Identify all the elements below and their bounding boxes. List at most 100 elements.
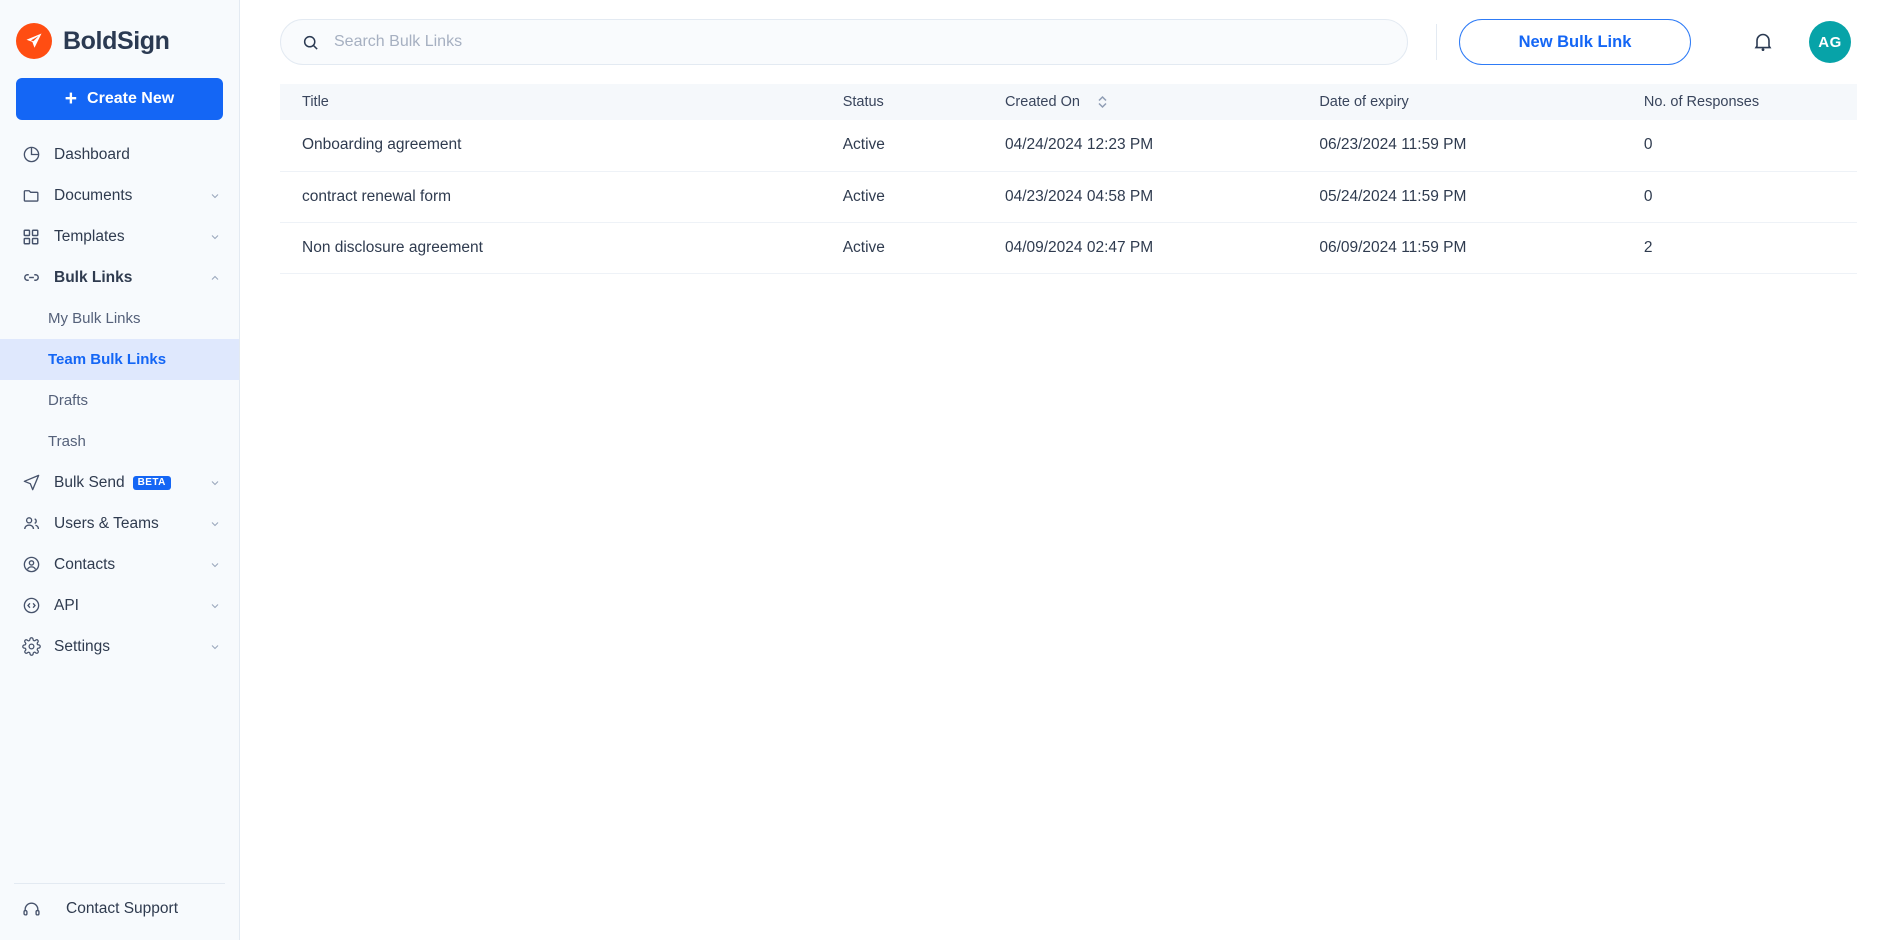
column-header-label: Title — [302, 94, 329, 110]
plus-icon: + — [64, 86, 78, 110]
beta-badge: BETA — [132, 475, 171, 490]
column-header-label: Status — [842, 94, 884, 110]
status-badge: Active — [832, 222, 995, 274]
sidebar-item-settings[interactable]: Settings — [0, 626, 239, 667]
cell-title: Non disclosure agreement — [280, 222, 833, 274]
search-bar[interactable] — [280, 19, 1408, 65]
headset-icon — [20, 898, 42, 920]
chevron-down-icon[interactable] — [208, 476, 221, 489]
sidebar-item-bulk-send[interactable]: Bulk Send BETA — [0, 462, 239, 503]
sidebar-subitem-label: Trash — [48, 433, 86, 450]
bell-icon — [1751, 30, 1775, 54]
sidebar-item-label: Users & Teams — [54, 514, 159, 532]
app-root: BoldSign + Create New Dashboard Document… — [0, 0, 1899, 940]
chevron-down-icon[interactable] — [208, 640, 221, 653]
status-badge: Active — [832, 120, 995, 172]
table-row[interactable]: contract renewal form Active 04/23/2024 … — [280, 171, 1857, 223]
gear-icon — [20, 636, 42, 658]
cell-title: contract renewal form — [280, 171, 833, 223]
cell-created-on: 04/23/2024 04:58 PM — [994, 171, 1310, 223]
sidebar-item-documents[interactable]: Documents — [0, 175, 239, 216]
top-bar: New Bulk Link AG — [240, 0, 1899, 84]
sidebar-item-users-and-teams[interactable]: Users & Teams — [0, 503, 239, 544]
column-header-date-of-expiry: Date of expiry — [1309, 84, 1634, 120]
table-row[interactable]: Non disclosure agreement Active 04/09/20… — [280, 222, 1857, 274]
folder-icon — [20, 185, 42, 207]
column-header-label: Date of expiry — [1319, 94, 1409, 110]
cell-date-of-expiry: 06/09/2024 11:59 PM — [1309, 222, 1634, 274]
chevron-down-icon[interactable] — [208, 558, 221, 571]
create-new-button[interactable]: + Create New — [16, 78, 223, 120]
sidebar-item-templates[interactable]: Templates — [0, 216, 239, 257]
chevron-down-icon[interactable] — [208, 230, 221, 243]
column-header-no-of-responses: No. of Responses — [1634, 84, 1857, 120]
cell-responses: 2 — [1633, 222, 1857, 274]
sidebar: BoldSign + Create New Dashboard Document… — [0, 0, 240, 940]
notifications-button[interactable] — [1739, 18, 1787, 66]
table-row[interactable]: Onboarding agreement Active 04/24/2024 1… — [280, 120, 1857, 172]
link-icon — [20, 267, 42, 289]
search-input[interactable] — [334, 33, 1387, 51]
sidebar-item-label: Dashboard — [54, 145, 130, 163]
sort-toggle-icon[interactable] — [1096, 94, 1109, 110]
main-content: New Bulk Link AG T — [240, 0, 1899, 940]
contact-support-button[interactable]: Contact Support — [14, 898, 225, 940]
avatar[interactable]: AG — [1809, 21, 1851, 63]
boldsign-paper-plane-logo-icon — [16, 23, 52, 59]
sidebar-subitem-label: Team Bulk Links — [48, 351, 167, 368]
search-icon — [301, 33, 320, 52]
sidebar-item-label: Bulk Links — [54, 268, 133, 286]
sidebar-nav: Dashboard Documents Templates Bulk Links… — [0, 134, 239, 883]
sidebar-item-trash[interactable]: Trash — [0, 421, 239, 462]
brand-name: BoldSign — [63, 26, 170, 55]
pie-chart-icon — [20, 144, 42, 166]
cell-responses: 0 — [1633, 120, 1857, 172]
contact-support-label: Contact Support — [66, 900, 179, 917]
users-icon — [20, 513, 42, 535]
column-header-label: No. of Responses — [1643, 94, 1760, 110]
sidebar-item-dashboard[interactable]: Dashboard — [0, 134, 239, 175]
chevron-down-icon[interactable] — [208, 517, 221, 530]
table-header: Title Status Created On Date of expiry N… — [280, 84, 1857, 120]
chevron-down-icon[interactable] — [208, 599, 221, 612]
table-body: Onboarding agreement Active 04/24/2024 1… — [280, 120, 1857, 274]
code-icon — [20, 595, 42, 617]
cell-date-of-expiry: 06/23/2024 11:59 PM — [1309, 120, 1634, 172]
new-bulk-link-button[interactable]: New Bulk Link — [1459, 19, 1691, 65]
cell-created-on: 04/24/2024 12:23 PM — [994, 120, 1310, 172]
sidebar-item-bulk-links[interactable]: Bulk Links — [0, 257, 239, 298]
create-new-label: Create New — [87, 90, 175, 107]
sidebar-item-label: Settings — [54, 637, 111, 655]
chevron-up-icon[interactable] — [208, 271, 221, 284]
column-header-status: Status — [833, 84, 995, 120]
status-badge: Active — [832, 171, 995, 223]
paper-plane-icon — [20, 472, 42, 494]
sidebar-subitem-label: My Bulk Links — [48, 310, 141, 327]
column-header-created-on[interactable]: Created On — [995, 84, 1309, 120]
sidebar-item-label: Documents — [54, 186, 133, 204]
topbar-divider — [1436, 24, 1437, 60]
cell-created-on: 04/09/2024 02:47 PM — [994, 222, 1310, 274]
brand-logo[interactable]: BoldSign — [0, 0, 239, 64]
sidebar-item-label: Templates — [54, 227, 125, 245]
bulk-links-table: Title Status Created On Date of expiry N… — [280, 84, 1857, 274]
sidebar-item-drafts[interactable]: Drafts — [0, 380, 239, 421]
column-header-title: Title — [280, 84, 833, 120]
contact-person-icon — [20, 554, 42, 576]
column-header-label: Created On — [1004, 94, 1080, 110]
sidebar-item-label: API — [54, 596, 79, 614]
cell-responses: 0 — [1633, 171, 1857, 223]
cell-title: Onboarding agreement — [280, 120, 833, 172]
grid-icon — [20, 226, 42, 248]
sidebar-item-contacts[interactable]: Contacts — [0, 544, 239, 585]
sidebar-item-label: Bulk Send — [54, 473, 125, 491]
sidebar-item-team-bulk-links[interactable]: Team Bulk Links — [0, 339, 239, 380]
sidebar-footer: Contact Support — [14, 883, 225, 940]
chevron-down-icon[interactable] — [208, 189, 221, 202]
sidebar-item-label: Contacts — [54, 555, 116, 573]
sidebar-item-api[interactable]: API — [0, 585, 239, 626]
bulk-links-table-container: Title Status Created On Date of expiry N… — [240, 84, 1899, 940]
sidebar-subitem-label: Drafts — [48, 392, 89, 409]
sidebar-item-my-bulk-links[interactable]: My Bulk Links — [0, 298, 239, 339]
table-header-row: Title Status Created On Date of expiry N… — [280, 84, 1857, 120]
